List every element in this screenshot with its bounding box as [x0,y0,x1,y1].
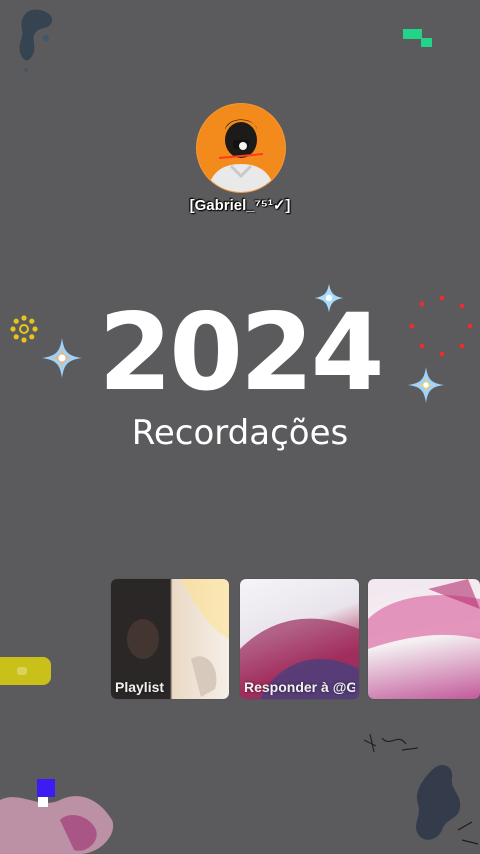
recap-subtitle: Recordações [131,413,349,453]
memory-card[interactable] [368,579,480,699]
profile-username[interactable]: [Gabriel_⁷⁵¹✓] [0,196,480,214]
pink-blob-decoration [0,796,114,854]
yellow-pill-decoration [0,657,51,685]
green-block-decoration [403,29,422,39]
memory-card[interactable]: Responder à @Gabriel De... [240,579,359,699]
splash-decoration [19,9,53,72]
year-title: 2024 [98,291,384,414]
blue-square-decoration [37,779,55,797]
white-square-decoration [38,797,48,807]
profile-avatar[interactable] [196,103,286,193]
avatar-illustration-icon [197,104,285,192]
dark-splash-decoration [416,764,479,845]
green-block-decoration [421,38,432,47]
memory-card-label: Responder à @Gabriel De... [244,678,355,695]
scribble-decoration [363,733,419,753]
memory-card[interactable]: Playlist [111,579,229,699]
memory-card-image [368,579,480,649]
memory-card-label: Playlist [115,678,165,695]
